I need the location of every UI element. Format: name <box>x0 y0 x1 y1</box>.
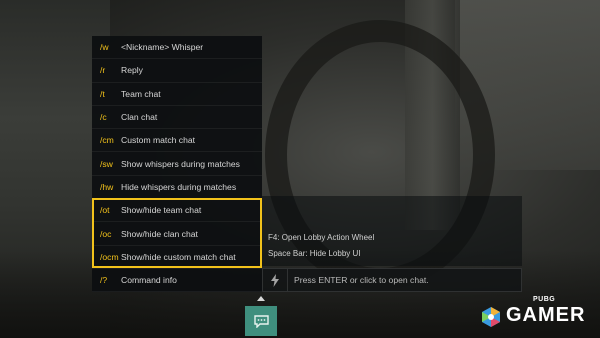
command-row-clan-chat[interactable]: /c Clan chat <box>92 106 262 130</box>
command-description: Command info <box>121 275 177 286</box>
command-row-toggle-team-chat[interactable]: /ot Show/hide team chat <box>92 199 262 223</box>
command-row-show-whispers[interactable]: /sw Show whispers during matches <box>92 152 262 176</box>
command-row-team-chat[interactable]: /t Team chat <box>92 83 262 106</box>
lightning-bolt-icon[interactable] <box>263 269 288 291</box>
chat-bar <box>262 268 522 292</box>
chat-command-list: /w <Nickname> Whisper /r Reply /t Team c… <box>92 36 262 293</box>
command-code: /ocm <box>100 251 119 262</box>
chat-input[interactable] <box>288 269 521 291</box>
hint-action-wheel: F4: Open Lobby Action Wheel <box>268 233 375 242</box>
command-description: Reply <box>121 65 143 76</box>
command-description: Show/hide team chat <box>121 205 202 216</box>
command-description: Custom match chat <box>121 135 196 146</box>
hint-hide-ui: Space Bar: Hide Lobby UI <box>268 249 361 258</box>
command-row-command-info[interactable]: /? Command info <box>92 269 262 293</box>
command-code: /r <box>100 65 106 76</box>
logo-text-pubg: PUBG <box>533 296 556 303</box>
command-description: Show/hide clan chat <box>121 228 198 239</box>
command-description: Clan chat <box>121 112 158 123</box>
command-code: /sw <box>100 158 113 169</box>
command-row-custom-match-chat[interactable]: /cm Custom match chat <box>92 129 262 153</box>
command-code: /ot <box>100 205 110 216</box>
lobby-hints-panel: F4: Open Lobby Action Wheel Space Bar: H… <box>262 196 522 266</box>
pubg-gamer-logo: PUBG GAMER <box>478 296 596 336</box>
command-description: <Nickname> Whisper <box>121 42 204 53</box>
command-description: Team chat <box>121 88 161 99</box>
command-row-toggle-clan-chat[interactable]: /oc Show/hide clan chat <box>92 222 262 246</box>
command-description: Show whispers during matches <box>121 158 240 169</box>
command-code: /cm <box>100 135 114 146</box>
command-row-hide-whispers[interactable]: /hw Hide whispers during matches <box>92 176 262 200</box>
command-code: /oc <box>100 228 112 239</box>
command-code: /hw <box>100 181 114 192</box>
command-code: /? <box>100 275 108 286</box>
command-row-reply[interactable]: /r Reply <box>92 59 262 83</box>
command-row-whisper[interactable]: /w <Nickname> Whisper <box>92 36 262 60</box>
command-code: /t <box>100 88 105 99</box>
caret-up-icon <box>257 296 265 301</box>
command-description: Show/hide custom match chat <box>121 251 236 262</box>
command-row-toggle-custom-match-chat[interactable]: /ocm Show/hide custom match chat <box>92 246 262 269</box>
chat-toggle-button[interactable] <box>245 306 277 336</box>
command-code: /c <box>100 112 107 123</box>
chat-bubble-icon <box>253 314 269 328</box>
logo-mark-icon <box>482 307 500 327</box>
command-description: Hide whispers during matches <box>121 181 237 192</box>
command-code: /w <box>100 42 109 53</box>
logo-text-gamer: GAMER <box>506 304 586 326</box>
